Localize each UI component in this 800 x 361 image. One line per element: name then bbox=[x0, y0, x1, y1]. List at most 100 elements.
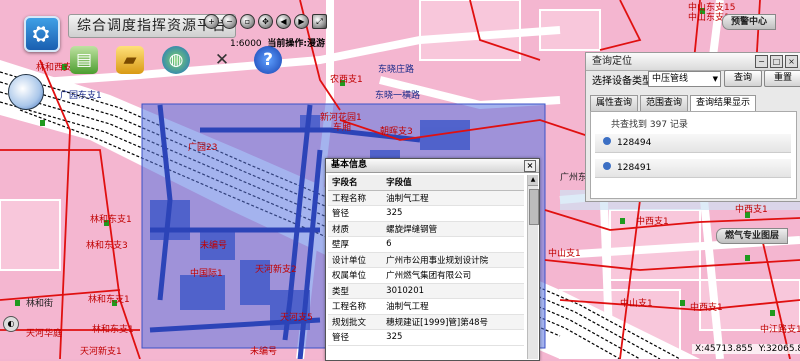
result-count: 共查找到 397 记录 bbox=[611, 120, 688, 130]
coordinate-readout: X:45713.855 Y:32065.89 bbox=[692, 344, 800, 354]
map-label: 天河新支1 bbox=[80, 347, 122, 357]
x-coordinate: X:45713.855 bbox=[695, 344, 753, 354]
y-coordinate: Y:32065.89 bbox=[758, 344, 800, 354]
map-label: 中西支1 bbox=[636, 217, 669, 227]
table-row: 管径 325 bbox=[328, 329, 524, 346]
maximize-icon[interactable]: □ bbox=[770, 55, 783, 68]
reset-button[interactable]: 重置 bbox=[764, 70, 800, 87]
field-value: 油制气工程 bbox=[382, 298, 524, 315]
map-label: 东晓庄路 bbox=[378, 65, 415, 75]
field-name: 类型 bbox=[328, 283, 383, 299]
query-button[interactable]: 查询 bbox=[724, 70, 762, 87]
minimize-icon[interactable]: − bbox=[755, 55, 768, 68]
result-id: 128494 bbox=[617, 138, 652, 148]
list-item[interactable]: 128491 bbox=[595, 159, 791, 178]
field-value: 6 bbox=[382, 236, 524, 253]
field-name: 规划批文 bbox=[328, 314, 383, 330]
tab-query-results[interactable]: 查询结果显示 bbox=[690, 95, 757, 112]
scroll-thumb[interactable] bbox=[529, 189, 539, 225]
pipe-marker-icon bbox=[603, 162, 611, 170]
tool-icons: ▤ ▰ ◍ ✕ ? bbox=[70, 46, 282, 74]
scroll-up-icon[interactable]: ▲ bbox=[528, 175, 538, 186]
field-name: 权属单位 bbox=[328, 267, 383, 284]
column-header: 字段值 bbox=[382, 175, 524, 191]
full-extent-icon[interactable]: ⤢ bbox=[312, 14, 327, 29]
field-name: 工程名称 bbox=[328, 190, 383, 206]
table-row: 类型 3010201 bbox=[328, 283, 524, 299]
field-value: 325 bbox=[382, 205, 524, 222]
map-label: 农西支1 bbox=[330, 75, 363, 85]
info-scrollbar[interactable]: ▲ bbox=[527, 175, 539, 359]
field-value: 广州市公用事业规划设计院 bbox=[382, 252, 524, 268]
query-panel: 查询定位 − □ × 选择设备类型: 中压管线 查询 重置 属性查询 范围查询 … bbox=[585, 52, 800, 202]
query-results-list: 共查找到 397 记录 128494 128491 bbox=[590, 111, 797, 199]
column-header: 字段名 bbox=[328, 175, 383, 191]
info-table: 字段名 字段值 工程名称 油制气工程 管径 325 材质 螺旋焊缝钢管 壁厚 6 设计单… bbox=[328, 175, 524, 346]
top-toolbar: ⛭ 综合调度指挥资源平台 + − ▫ ✥ ◀ ▶ ⤢ 1:6000 当前操作:漫… bbox=[10, 6, 327, 78]
alarm-center-tab[interactable]: 预警中心 bbox=[722, 14, 777, 30]
tab-attribute-query[interactable]: 属性查询 bbox=[590, 95, 639, 112]
info-popup-title: 基本信息 bbox=[331, 160, 368, 170]
close-icon[interactable]: × bbox=[524, 160, 536, 172]
query-panel-title: 查询定位 bbox=[592, 56, 632, 67]
table-row: 规划批文 穗规建证[1999]管]第48号 bbox=[328, 314, 524, 330]
map-label: 车厢 bbox=[333, 123, 352, 133]
folder-icon[interactable]: ▰ bbox=[116, 46, 144, 74]
map-label: 广园23 bbox=[188, 143, 218, 153]
device-type-select[interactable]: 中压管线 bbox=[648, 71, 721, 87]
pan-icon[interactable]: ✥ bbox=[258, 14, 273, 29]
map-label: 天河新支2 bbox=[255, 265, 297, 275]
map-toggle-icon[interactable]: ◐ bbox=[3, 316, 19, 332]
query-panel-header: 查询定位 − □ × bbox=[586, 53, 800, 71]
zoom-out-icon[interactable]: − bbox=[222, 14, 237, 29]
map-label: 中山支1 bbox=[548, 249, 581, 259]
field-value: 325 bbox=[382, 329, 524, 346]
navigation-compass[interactable] bbox=[8, 74, 44, 110]
device-type-label: 选择设备类型: bbox=[592, 76, 656, 87]
table-row: 权属单位 广州燃气集团有限公司 bbox=[328, 267, 524, 284]
list-item[interactable]: 128494 bbox=[595, 134, 791, 153]
field-name: 工程名称 bbox=[328, 298, 383, 315]
result-id: 128491 bbox=[617, 163, 652, 173]
current-op-value: 漫游 bbox=[307, 39, 326, 49]
map-label: 林和东支1 bbox=[90, 215, 132, 225]
tab-range-query[interactable]: 范围查询 bbox=[640, 95, 689, 112]
tools-icon[interactable]: ✕ bbox=[208, 46, 236, 74]
map-label: 中西支1 bbox=[735, 205, 768, 215]
field-value: 广州燃气集团有限公司 bbox=[382, 267, 524, 284]
help-icon[interactable]: ? bbox=[254, 46, 282, 74]
field-value: 穗规建证[1999]管]第48号 bbox=[382, 314, 524, 330]
map-label: 未编号 bbox=[250, 347, 278, 357]
gas-layers-tab[interactable]: 燃气专业图层 bbox=[716, 228, 789, 244]
zoom-window-icon[interactable]: ▫ bbox=[240, 14, 255, 29]
layers-icon[interactable]: ▤ bbox=[70, 46, 98, 74]
field-name: 管径 bbox=[328, 205, 383, 222]
field-name: 设计单位 bbox=[328, 252, 383, 268]
table-row: 工程名称 油制气工程 bbox=[328, 190, 524, 206]
close-icon[interactable]: × bbox=[785, 55, 798, 68]
map-label: 中西支1 bbox=[690, 303, 723, 313]
table-row: 管径 325 bbox=[328, 205, 524, 222]
table-row: 工程名称 油制气工程 bbox=[328, 298, 524, 315]
map-label: 未编号 bbox=[200, 241, 228, 251]
field-value: 油制气工程 bbox=[382, 190, 524, 206]
info-popup-header: 基本信息 × bbox=[326, 159, 539, 173]
next-view-icon[interactable]: ▶ bbox=[294, 14, 309, 29]
map-label: 林和东支1 bbox=[92, 325, 134, 335]
table-row: 壁厚 6 bbox=[328, 236, 524, 253]
zoom-toolbar: + − ▫ ✥ ◀ ▶ ⤢ bbox=[204, 14, 327, 29]
globe-icon[interactable]: ◍ bbox=[162, 46, 190, 74]
table-row: 材质 螺旋焊缝钢管 bbox=[328, 221, 524, 237]
map-label: 中国际1 bbox=[190, 269, 223, 279]
zoom-in-icon[interactable]: + bbox=[204, 14, 219, 29]
map-label: 天河支5 bbox=[280, 313, 313, 323]
previous-view-icon[interactable]: ◀ bbox=[276, 14, 291, 29]
map-label: 朝晖支3 bbox=[380, 127, 413, 137]
field-value: 螺旋焊缝钢管 bbox=[382, 221, 524, 237]
map-label: 天河华庭 bbox=[26, 329, 63, 339]
field-name: 管径 bbox=[328, 329, 383, 346]
map-label: 林和东支1 bbox=[88, 295, 130, 305]
window-controls: − □ × bbox=[755, 55, 798, 68]
map-label: 广园东支1 bbox=[60, 91, 102, 101]
field-name: 材质 bbox=[328, 221, 383, 237]
